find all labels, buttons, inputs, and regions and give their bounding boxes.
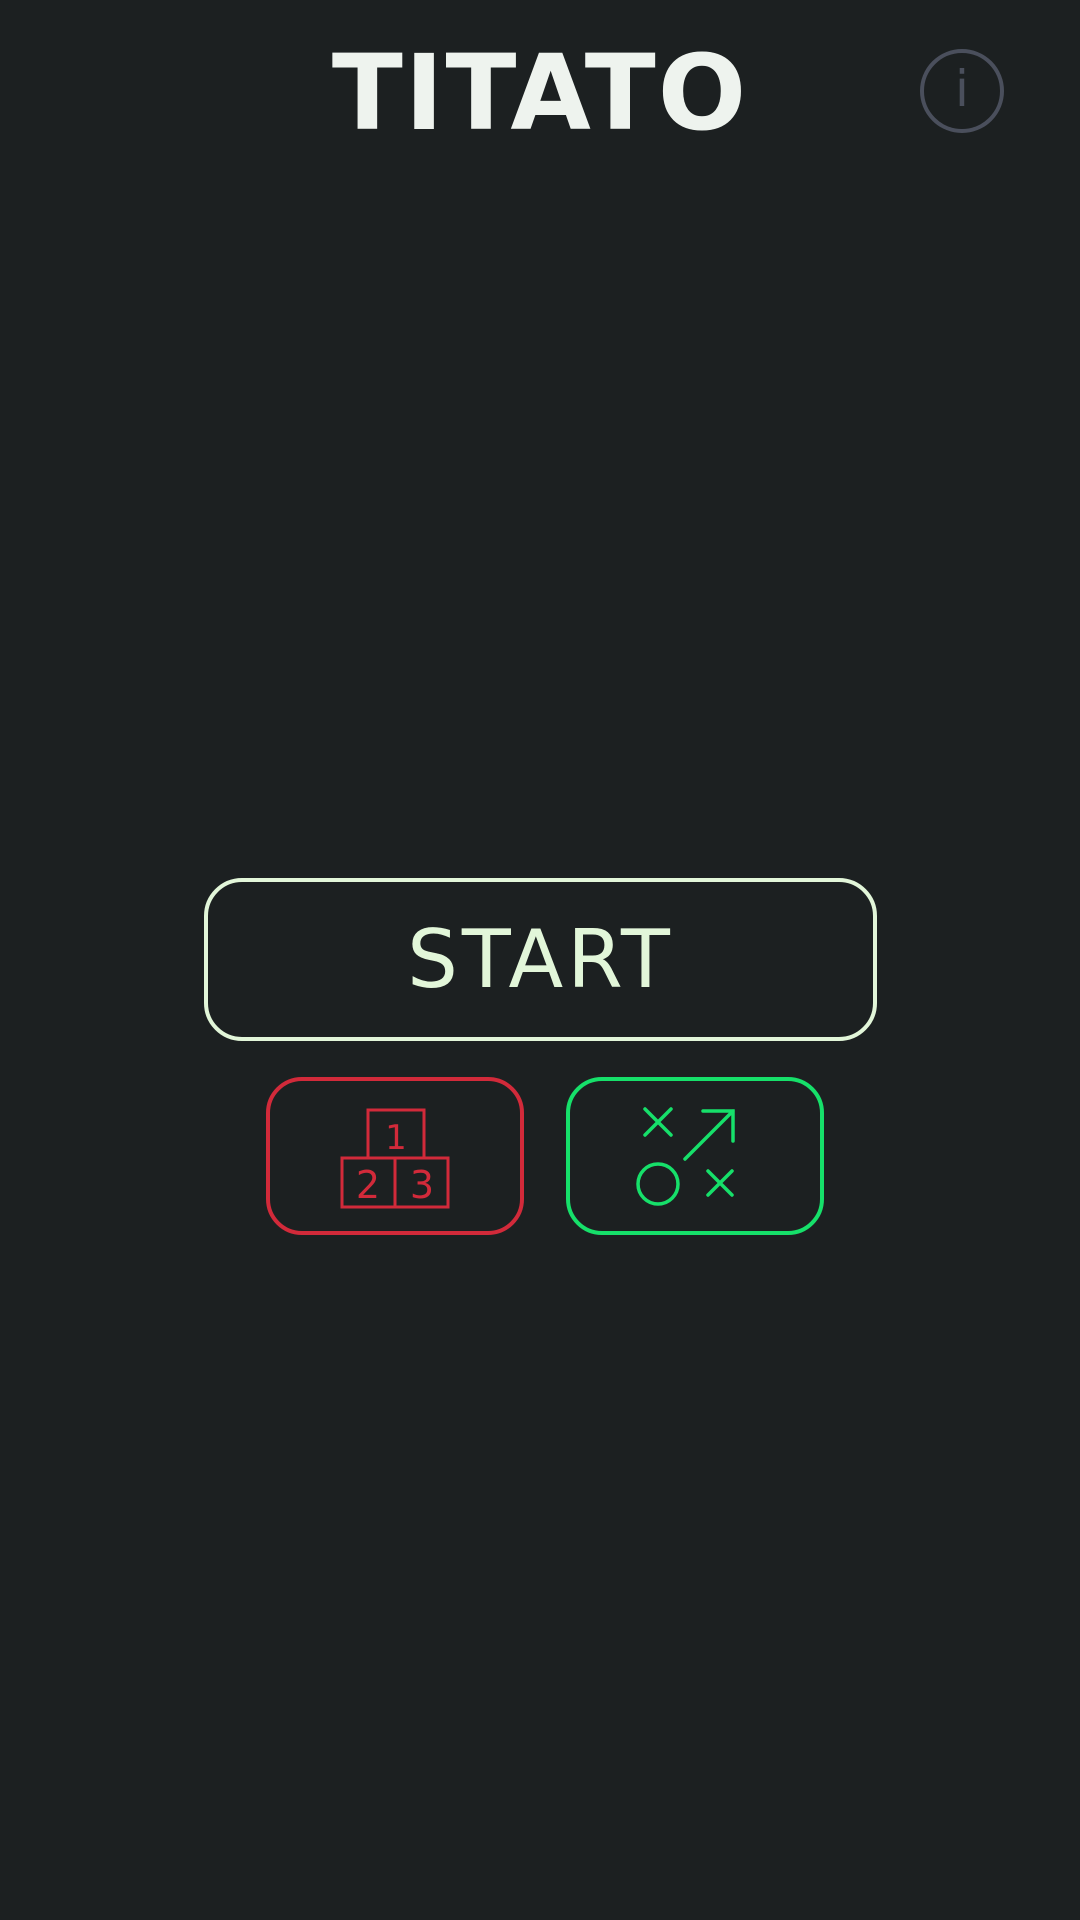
podium-rank-1: 1 [385,1118,407,1158]
podium-icon: 1 2 3 [340,1108,450,1209]
podium-rank-3: 3 [410,1163,434,1207]
x-mark-bottom-right [706,1169,734,1197]
x-mark-top-left [643,1107,673,1137]
tic-tac-toe-strategy-icon [636,1107,735,1206]
app-title: TITATO [331,32,749,154]
info-icon: i [955,60,969,118]
diagonal-arrow [683,1109,735,1161]
start-label: START [407,912,674,1006]
o-mark [636,1162,680,1206]
leaderboard-button[interactable]: 1 2 3 [266,1077,524,1235]
start-button[interactable]: START [204,878,877,1041]
strategy-button[interactable] [566,1077,824,1235]
info-button[interactable]: i [920,49,1004,133]
podium-rank-2: 2 [356,1163,380,1207]
